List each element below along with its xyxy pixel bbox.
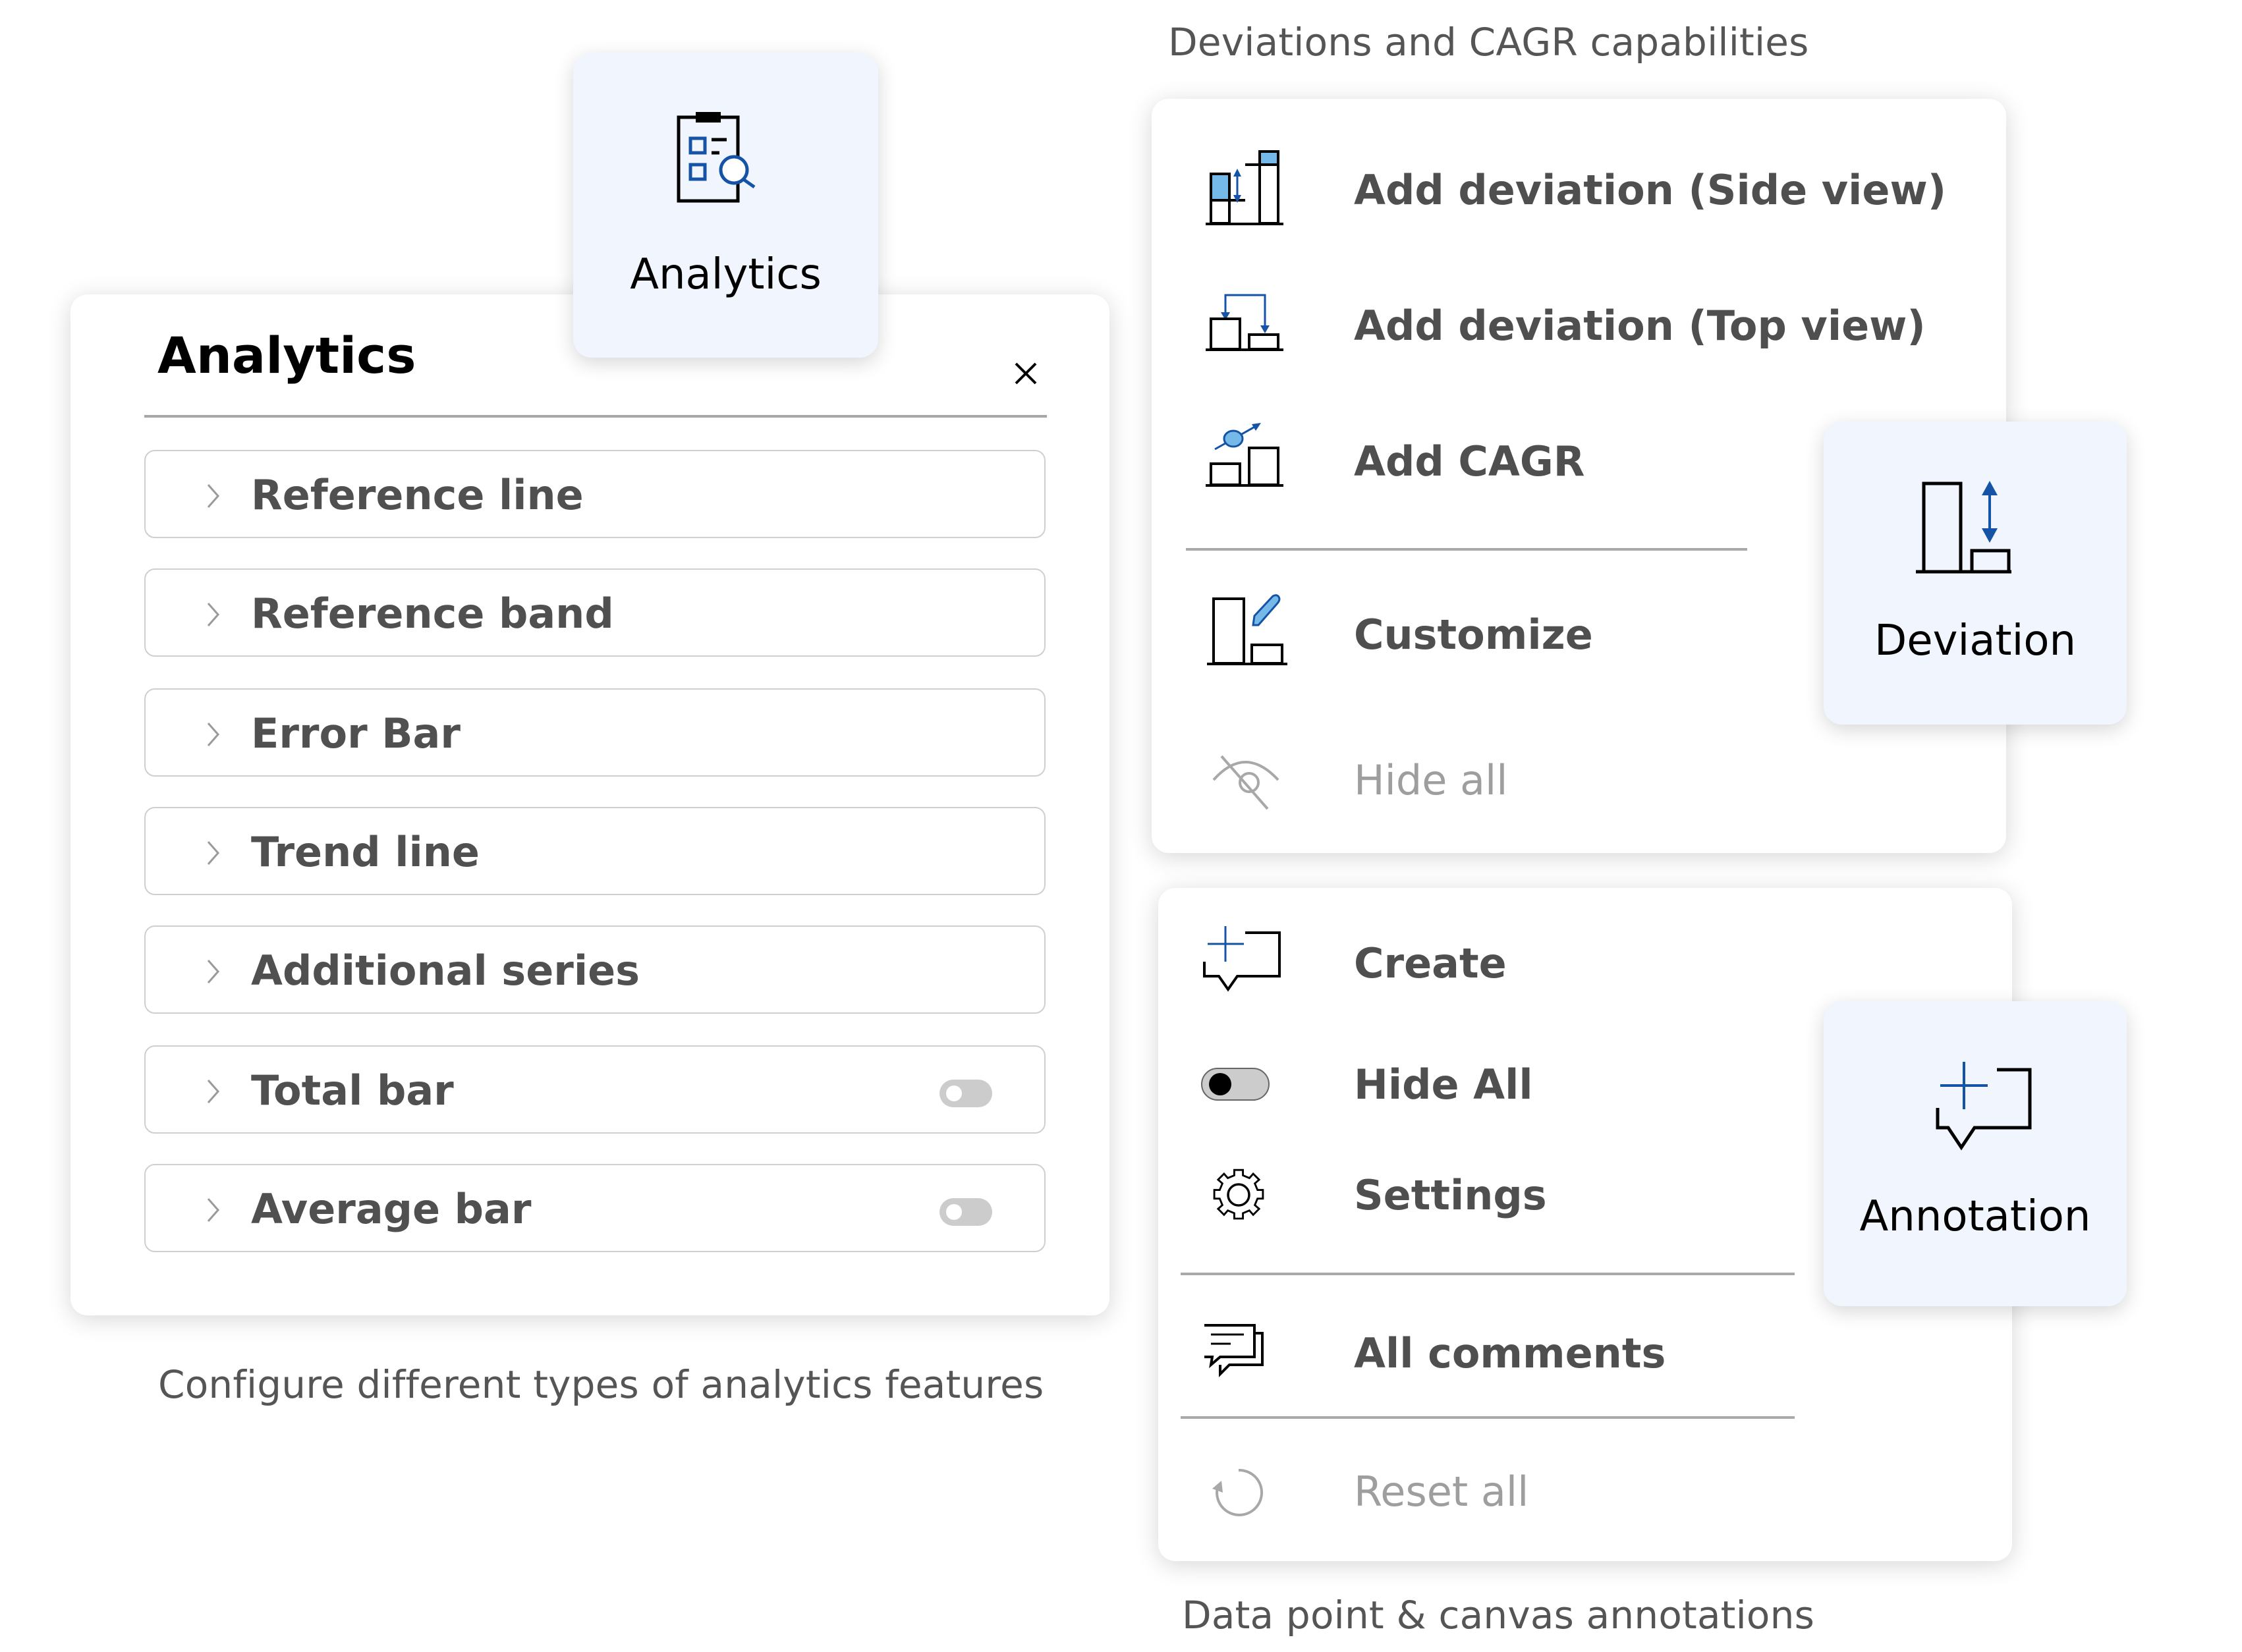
- toggle-knob: [946, 1204, 962, 1220]
- chevron-right-icon: [207, 1198, 220, 1222]
- customize-chart-icon: [1207, 594, 1287, 665]
- menu-item-add-deviation-top[interactable]: Add deviation (Top view): [1152, 275, 2006, 374]
- total-bar-toggle[interactable]: [939, 1080, 992, 1107]
- chevron-right-icon: [207, 960, 220, 983]
- accordion-label: Reference band: [251, 590, 614, 638]
- accordion-reference-band[interactable]: Reference band: [144, 568, 1046, 657]
- accordion-label: Error Bar: [251, 709, 461, 757]
- accordion-additional-series[interactable]: Additional series: [144, 925, 1046, 1014]
- annotation-caption: Data point & canvas annotations: [1182, 1593, 1814, 1638]
- analytics-card-label: Analytics: [630, 250, 822, 299]
- menu-item-label: Hide All: [1354, 1060, 1533, 1109]
- accordion-total-bar[interactable]: Total bar: [144, 1045, 1046, 1134]
- menu-divider: [1186, 548, 1747, 551]
- menu-item-label: Reset all: [1354, 1468, 1529, 1516]
- cagr-icon: [1206, 423, 1283, 487]
- gear-icon: [1213, 1169, 1264, 1220]
- clipboard-search-icon: [677, 112, 756, 203]
- menu-item-label: All comments: [1354, 1329, 1666, 1377]
- menu-item-label: Customize: [1354, 611, 1593, 659]
- toggle-icon[interactable]: [1198, 1042, 1283, 1128]
- add-comment-icon: [1936, 1062, 2032, 1151]
- menu-item-reset-all[interactable]: Reset all: [1158, 1443, 2012, 1541]
- chevron-right-icon: [207, 603, 220, 626]
- menu-item-label: Add deviation (Top view): [1354, 302, 1926, 350]
- analytics-panel: Analytics Reference line Reference band …: [70, 294, 1109, 1315]
- menu-item-label: Add deviation (Side view): [1354, 166, 1947, 214]
- chevron-right-icon: [207, 723, 220, 746]
- accordion-label: Reference line: [251, 471, 584, 519]
- menu-item-label: Hide all: [1354, 756, 1508, 804]
- analytics-card[interactable]: Analytics: [573, 53, 878, 358]
- analytics-caption: Configure different types of analytics f…: [158, 1362, 1044, 1407]
- accordion-label: Additional series: [251, 947, 640, 995]
- annotation-card-label: Annotation: [1859, 1192, 2091, 1241]
- accordion-label: Trend line: [251, 828, 480, 876]
- menu-divider: [1181, 1416, 1795, 1419]
- title-divider: [144, 415, 1047, 418]
- menu-item-label: Create: [1354, 939, 1507, 987]
- menu-item-label: Settings: [1354, 1171, 1547, 1219]
- toggle-knob: [946, 1086, 962, 1101]
- deviation-card[interactable]: Deviation: [1824, 422, 2127, 725]
- menu-item-label: Add CAGR: [1354, 437, 1585, 485]
- menu-divider: [1181, 1273, 1795, 1275]
- chevron-right-icon: [207, 484, 220, 508]
- annotation-card[interactable]: Annotation: [1824, 1001, 2127, 1306]
- menu-item-create[interactable]: Create: [1158, 914, 2012, 1013]
- comments-icon: [1204, 1324, 1264, 1377]
- deviation-top-view-icon: [1206, 294, 1283, 351]
- menu-item-add-deviation-side[interactable]: Add deviation (Side view): [1152, 140, 2006, 238]
- deviation-side-view-icon: [1206, 150, 1283, 225]
- eye-hidden-icon: [1212, 755, 1279, 810]
- close-button[interactable]: [1006, 354, 1046, 393]
- deviation-card-label: Deviation: [1874, 617, 2077, 665]
- accordion-average-bar[interactable]: Average bar: [144, 1164, 1046, 1252]
- chevron-right-icon: [207, 841, 220, 865]
- analytics-panel-title: Analytics: [157, 326, 416, 385]
- chevron-right-icon: [207, 1080, 220, 1103]
- accordion-reference-line[interactable]: Reference line: [144, 450, 1046, 538]
- deviation-caption: Deviations and CAGR capabilities: [1168, 20, 1809, 65]
- accordion-error-bar[interactable]: Error Bar: [144, 688, 1046, 777]
- average-bar-toggle[interactable]: [939, 1198, 992, 1226]
- add-comment-icon: [1203, 926, 1281, 992]
- accordion-trend-line[interactable]: Trend line: [144, 807, 1046, 895]
- close-icon: [1015, 362, 1037, 385]
- menu-item-all-comments[interactable]: All comments: [1158, 1304, 2012, 1403]
- accordion-label: Total bar: [251, 1066, 454, 1115]
- deviation-icon: [1916, 481, 2011, 574]
- menu-item-hide-all[interactable]: Hide all: [1152, 730, 2006, 829]
- accordion-label: Average bar: [251, 1185, 532, 1233]
- reset-icon: [1212, 1468, 1264, 1516]
